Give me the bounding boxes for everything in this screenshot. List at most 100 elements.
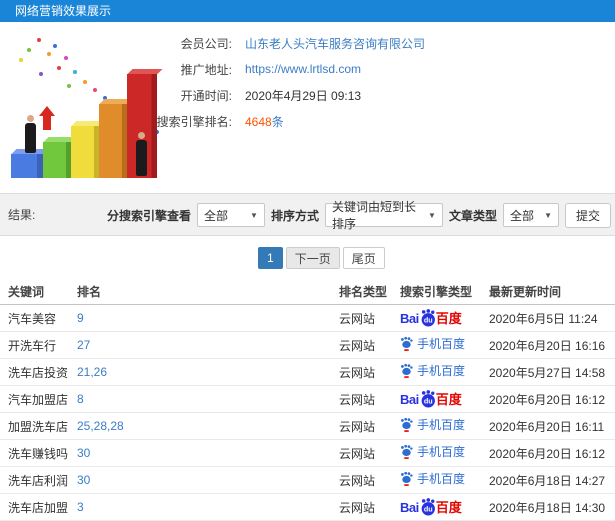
- baidu-mobile-logo: 手机百度: [400, 336, 465, 351]
- rank-type-cell: 云网站: [339, 412, 400, 440]
- col-rank-type: 排名类型: [339, 278, 400, 305]
- open-time-value: 2020年4月29日 09:13: [245, 88, 362, 103]
- mobile-baidu-label: 手机百度: [417, 363, 466, 378]
- svg-text:du: du: [424, 397, 433, 406]
- results-tbody: 汽车美容 9 云网站 Bai du 百度 2020年6月5日 11:24 开洗车…: [0, 304, 615, 521]
- engine-filter-select[interactable]: 全部 ▼: [196, 203, 265, 227]
- page-title: 网络营销效果展示: [15, 4, 112, 18]
- rank-link[interactable]: 30: [77, 446, 90, 460]
- keyword-cell: 加盟洗车店: [0, 412, 77, 440]
- engine-cell: 手机百度: [400, 358, 489, 386]
- mobile-baidu-label: 手机百度: [417, 444, 466, 459]
- chevron-down-icon: ▼: [544, 210, 552, 220]
- engine-cell: Bai du 百度: [400, 385, 489, 413]
- table-row: 洗车店投资 21,26 云网站 手机百度 2020年5月27日 14:58: [0, 358, 615, 386]
- filter-bar: 结果: 分搜索引擎查看 全部 ▼ 排序方式 关键词由短到长排序 ▼ 文章类型 全…: [0, 193, 615, 236]
- mobile-baidu-paw-icon: [401, 363, 413, 378]
- businessman-right: [135, 132, 148, 177]
- page-1-button[interactable]: 1: [258, 247, 283, 269]
- promo-url-row: 推广地址: https://www.lrtlsd.com: [0, 56, 615, 82]
- keyword-cell: 洗车店投资: [0, 358, 77, 386]
- mobile-baidu-paw-icon: [401, 444, 413, 459]
- updated-cell: 2020年6月5日 11:24: [489, 304, 615, 332]
- bar-green: [43, 137, 77, 178]
- engine-cell: 手机百度: [400, 439, 489, 467]
- company-link[interactable]: 山东老人头汽车服务咨询有限公司: [245, 35, 425, 52]
- baidu-paw-icon: du: [421, 390, 435, 408]
- baidu-logo-text-cn: 百度: [435, 391, 462, 407]
- table-row: 汽车美容 9 云网站 Bai du 百度 2020年6月5日 11:24: [0, 304, 615, 332]
- engine-rank-row: 搜索引擎排名: 4648条: [0, 108, 615, 134]
- rank-link[interactable]: 21,26: [77, 365, 107, 379]
- chevron-down-icon: ▼: [428, 210, 436, 220]
- sort-filter-select[interactable]: 关键词由短到长排序 ▼: [324, 200, 443, 231]
- info-panel: 会员公司: 山东老人头汽车服务咨询有限公司 推广地址: https://www.…: [0, 30, 615, 134]
- engine-rank-label: 搜索引擎排名:: [156, 114, 232, 129]
- baidu-logo-text-cn: 百度: [435, 310, 462, 326]
- keyword-cell: 洗车店利润: [0, 466, 77, 494]
- col-engine-type: 搜索引擎类型: [400, 278, 489, 305]
- updated-cell: 2020年6月20日 16:11: [489, 412, 615, 440]
- rank-link[interactable]: 8: [77, 392, 84, 406]
- engine-rank-value: 4648条: [245, 113, 284, 130]
- table-header-row: 关键词 排名 排名类型 搜索引擎类型 最新更新时间: [0, 278, 615, 305]
- promo-url-label: 推广地址:: [180, 62, 232, 77]
- results-table: 关键词 排名 排名类型 搜索引擎类型 最新更新时间 汽车美容 9 云网站 Bai…: [0, 278, 615, 521]
- mobile-baidu-label: 手机百度: [417, 417, 466, 432]
- table-row: 加盟洗车店 25,28,28 云网站 手机百度 2020年6月20日 16:11: [0, 412, 615, 440]
- submit-button[interactable]: 提交: [564, 202, 611, 228]
- engine-filter-label: 分搜索引擎查看: [106, 208, 191, 223]
- table-row: 开洗车行 27 云网站 手机百度 2020年6月20日 16:16: [0, 331, 615, 359]
- article-type-select[interactable]: 全部 ▼: [502, 203, 559, 227]
- baidu-mobile-logo: 手机百度: [400, 363, 465, 378]
- col-keyword: 关键词: [0, 278, 77, 305]
- rank-link[interactable]: 30: [77, 473, 90, 487]
- rank-link[interactable]: 9: [77, 311, 84, 325]
- keyword-cell: 开洗车行: [0, 331, 77, 359]
- rank-count: 4648: [245, 114, 272, 129]
- keyword-cell: 洗车店加盟: [0, 493, 77, 521]
- table-row: 洗车赚钱吗 30 云网站 手机百度 2020年6月20日 16:12: [0, 439, 615, 467]
- pagination: 1 下一页 尾页: [258, 247, 385, 269]
- rank-type-cell: 云网站: [339, 439, 400, 467]
- rank-link[interactable]: 3: [77, 500, 84, 514]
- engine-cell: 手机百度: [400, 466, 489, 494]
- bar-blue: [11, 149, 49, 178]
- rank-cell: 9: [77, 304, 339, 332]
- engine-cell: 手机百度: [400, 412, 489, 440]
- mobile-baidu-paw-icon: [401, 417, 413, 432]
- sort-filter-value: 关键词由短到长排序: [331, 200, 416, 231]
- engine-cell: Bai du 百度: [400, 304, 489, 332]
- keyword-cell: 汽车美容: [0, 304, 77, 332]
- mobile-baidu-paw-icon: [401, 336, 413, 351]
- table-row: 汽车加盟店 8 云网站 Bai du 百度 2020年6月20日 16:12: [0, 385, 615, 413]
- baidu-paw-icon: du: [421, 498, 435, 516]
- rank-cell: 27: [77, 331, 339, 359]
- rank-type-cell: 云网站: [339, 358, 400, 386]
- engine-filter-value: 全部: [203, 208, 228, 223]
- filter-controls: 分搜索引擎查看 全部 ▼ 排序方式 关键词由短到长排序 ▼ 文章类型 全部 ▼ …: [107, 194, 611, 236]
- col-updated: 最新更新时间: [489, 278, 615, 305]
- table-row: 洗车店利润 30 云网站 手机百度 2020年6月18日 14:27: [0, 466, 615, 494]
- promo-url-link[interactable]: https://www.lrtlsd.com: [245, 62, 361, 76]
- updated-cell: 2020年6月18日 14:30: [489, 493, 615, 521]
- rank-cell: 30: [77, 439, 339, 467]
- rank-cell: 25,28,28: [77, 412, 339, 440]
- baidu-mobile-logo: 手机百度: [400, 417, 465, 432]
- rank-link[interactable]: 25,28,28: [77, 419, 124, 433]
- baidu-logo-text-bai: Bai: [400, 310, 419, 326]
- rank-cell: 30: [77, 466, 339, 494]
- sort-filter-label: 排序方式: [270, 208, 319, 223]
- rank-link[interactable]: 27: [77, 338, 90, 352]
- rank-cell: 3: [77, 493, 339, 521]
- baidu-mobile-logo: 手机百度: [400, 444, 465, 459]
- keyword-cell: 洗车赚钱吗: [0, 439, 77, 467]
- last-page-button[interactable]: 尾页: [342, 247, 385, 269]
- article-type-value: 全部: [509, 208, 534, 223]
- next-page-button[interactable]: 下一页: [285, 247, 340, 269]
- updated-cell: 2020年6月20日 16:16: [489, 331, 615, 359]
- mobile-baidu-paw-icon: [401, 471, 413, 486]
- baidu-paw-icon: du: [421, 309, 435, 327]
- baidu-pc-logo: Bai du 百度: [400, 390, 462, 408]
- rank-type-cell: 云网站: [339, 385, 400, 413]
